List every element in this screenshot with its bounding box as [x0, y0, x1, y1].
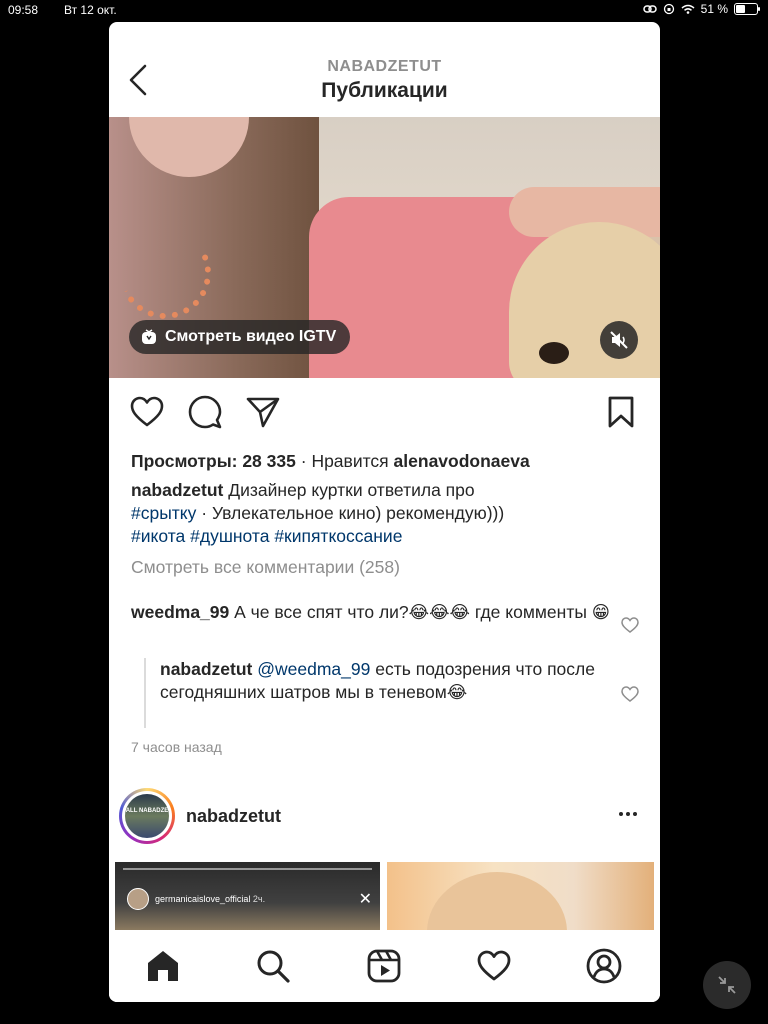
instagram-app: NABADZETUT Публикации Смотреть видео IGT…	[109, 22, 660, 1002]
comment: weedma_99 А че все спят что ли?😂😂😂 где к…	[131, 601, 611, 624]
story-progress-bar	[123, 868, 372, 870]
video-dog-nose	[539, 342, 569, 364]
status-bar: 09:58 Вт 12 окт. 51 %	[0, 0, 768, 20]
views-count[interactable]: Просмотры: 28 335	[131, 451, 296, 471]
close-icon: ✕	[358, 891, 372, 908]
home-tab[interactable]	[143, 946, 183, 986]
wifi-icon	[681, 4, 695, 14]
hashtag-link[interactable]: #икота	[131, 526, 185, 546]
image-face	[427, 872, 567, 930]
caption-text: Дизайнер куртки ответила про	[228, 480, 475, 500]
save-button[interactable]	[603, 394, 639, 430]
caption-username[interactable]: nabadzetut	[131, 480, 223, 500]
hashtag-link[interactable]: #душнота	[190, 526, 269, 546]
search-icon	[257, 950, 290, 983]
dot-icon	[626, 812, 630, 816]
profile-icon	[586, 948, 622, 984]
reply-like-button[interactable]	[621, 686, 639, 702]
comment-icon	[188, 395, 222, 429]
bookmark-icon	[608, 396, 634, 428]
share-button[interactable]	[245, 394, 281, 430]
comment-button[interactable]	[187, 394, 223, 430]
status-time: 09:58	[8, 3, 39, 17]
bottom-tab-bar	[109, 930, 660, 1002]
image-panel-right	[387, 862, 654, 930]
comment-text: А че все спят что ли?😂😂😂 где комменты 😁	[234, 602, 611, 622]
like-button[interactable]	[129, 394, 165, 430]
home-icon	[148, 951, 178, 981]
avatar: ALL NABADZE	[122, 791, 172, 841]
status-date: Вт 12 окт.	[64, 3, 117, 17]
comment-like-button[interactable]	[621, 617, 639, 633]
more-options-button[interactable]	[613, 804, 643, 824]
battery-icon	[734, 3, 760, 15]
video-player[interactable]: Смотреть видео IGTV	[109, 117, 660, 378]
mention-link[interactable]: @weedma_99	[257, 659, 370, 679]
heart-icon	[477, 950, 511, 981]
separator-dot: ·	[300, 451, 307, 471]
battery-fill	[736, 5, 745, 13]
header: NABADZETUT Публикации	[109, 22, 660, 117]
battery-percent: 51 %	[700, 2, 728, 16]
igtv-label: Смотреть видео IGTV	[165, 328, 337, 345]
caption-text-2: · Увлекательное кино) рекомендую)))	[201, 503, 505, 523]
igtv-icon	[142, 329, 156, 344]
post-timestamp: 7 часов назад	[131, 739, 222, 755]
profile-tab[interactable]	[584, 946, 624, 986]
caption: nabadzetut Дизайнер куртки ответила про …	[131, 479, 641, 548]
heart-icon	[621, 617, 639, 633]
view-all-comments-link[interactable]: Смотреть все комментарии (258)	[131, 556, 641, 579]
minimize-button[interactable]	[703, 961, 751, 1009]
comment-username[interactable]: weedma_99	[131, 602, 229, 622]
orientation-lock-icon	[663, 3, 674, 15]
story-username: germanicaislove_official 2ч.	[155, 894, 266, 904]
next-post-image[interactable]: germanicaislove_official 2ч. ✕	[109, 855, 660, 930]
dot-icon	[633, 812, 637, 816]
watch-igtv-button[interactable]: Смотреть видео IGTV	[129, 320, 351, 354]
next-post-header: ALL NABADZE nabadzetut	[109, 780, 660, 850]
avatar-image: ALL NABADZE	[125, 794, 169, 838]
story-avatar	[127, 888, 149, 910]
link-icon	[642, 5, 657, 13]
post-username[interactable]: nabadzetut	[186, 806, 281, 827]
activity-tab[interactable]	[474, 946, 514, 986]
collapse-arrows-icon	[718, 976, 736, 994]
heart-icon	[130, 396, 164, 427]
liked-prefix: Нравится	[311, 451, 389, 471]
reply-username[interactable]: nabadzetut	[160, 659, 252, 679]
views-row: Просмотры: 28 335 · Нравится alenavodona…	[131, 450, 641, 473]
reels-tab[interactable]	[364, 946, 404, 986]
dot-icon	[619, 812, 623, 816]
reply-thread-line	[144, 658, 146, 728]
speaker-muted-icon	[610, 331, 628, 349]
heart-icon	[621, 686, 639, 702]
send-icon	[246, 397, 280, 428]
reply-comment: nabadzetut @weedma_99 есть подозрения чт…	[160, 658, 600, 704]
avatar-text: ALL NABADZE	[125, 808, 169, 814]
page-title: Публикации	[321, 79, 448, 102]
image-panel-left: germanicaislove_official 2ч. ✕	[115, 862, 380, 930]
hashtag-link[interactable]: #срытку	[131, 503, 196, 523]
story-ring[interactable]: ALL NABADZE	[119, 788, 175, 844]
status-indicators: 51 %	[642, 2, 760, 16]
post-actions	[109, 394, 660, 434]
header-username: NABADZETUT	[327, 58, 442, 75]
hashtag-link[interactable]: #кипяткоссание	[274, 526, 402, 546]
search-tab[interactable]	[253, 946, 293, 986]
reels-icon	[367, 949, 401, 983]
liked-by-user[interactable]: alenavodonaeva	[394, 451, 530, 471]
mute-button[interactable]	[600, 321, 638, 359]
post-info: Просмотры: 28 335 · Нравится alenavodona…	[131, 450, 641, 579]
